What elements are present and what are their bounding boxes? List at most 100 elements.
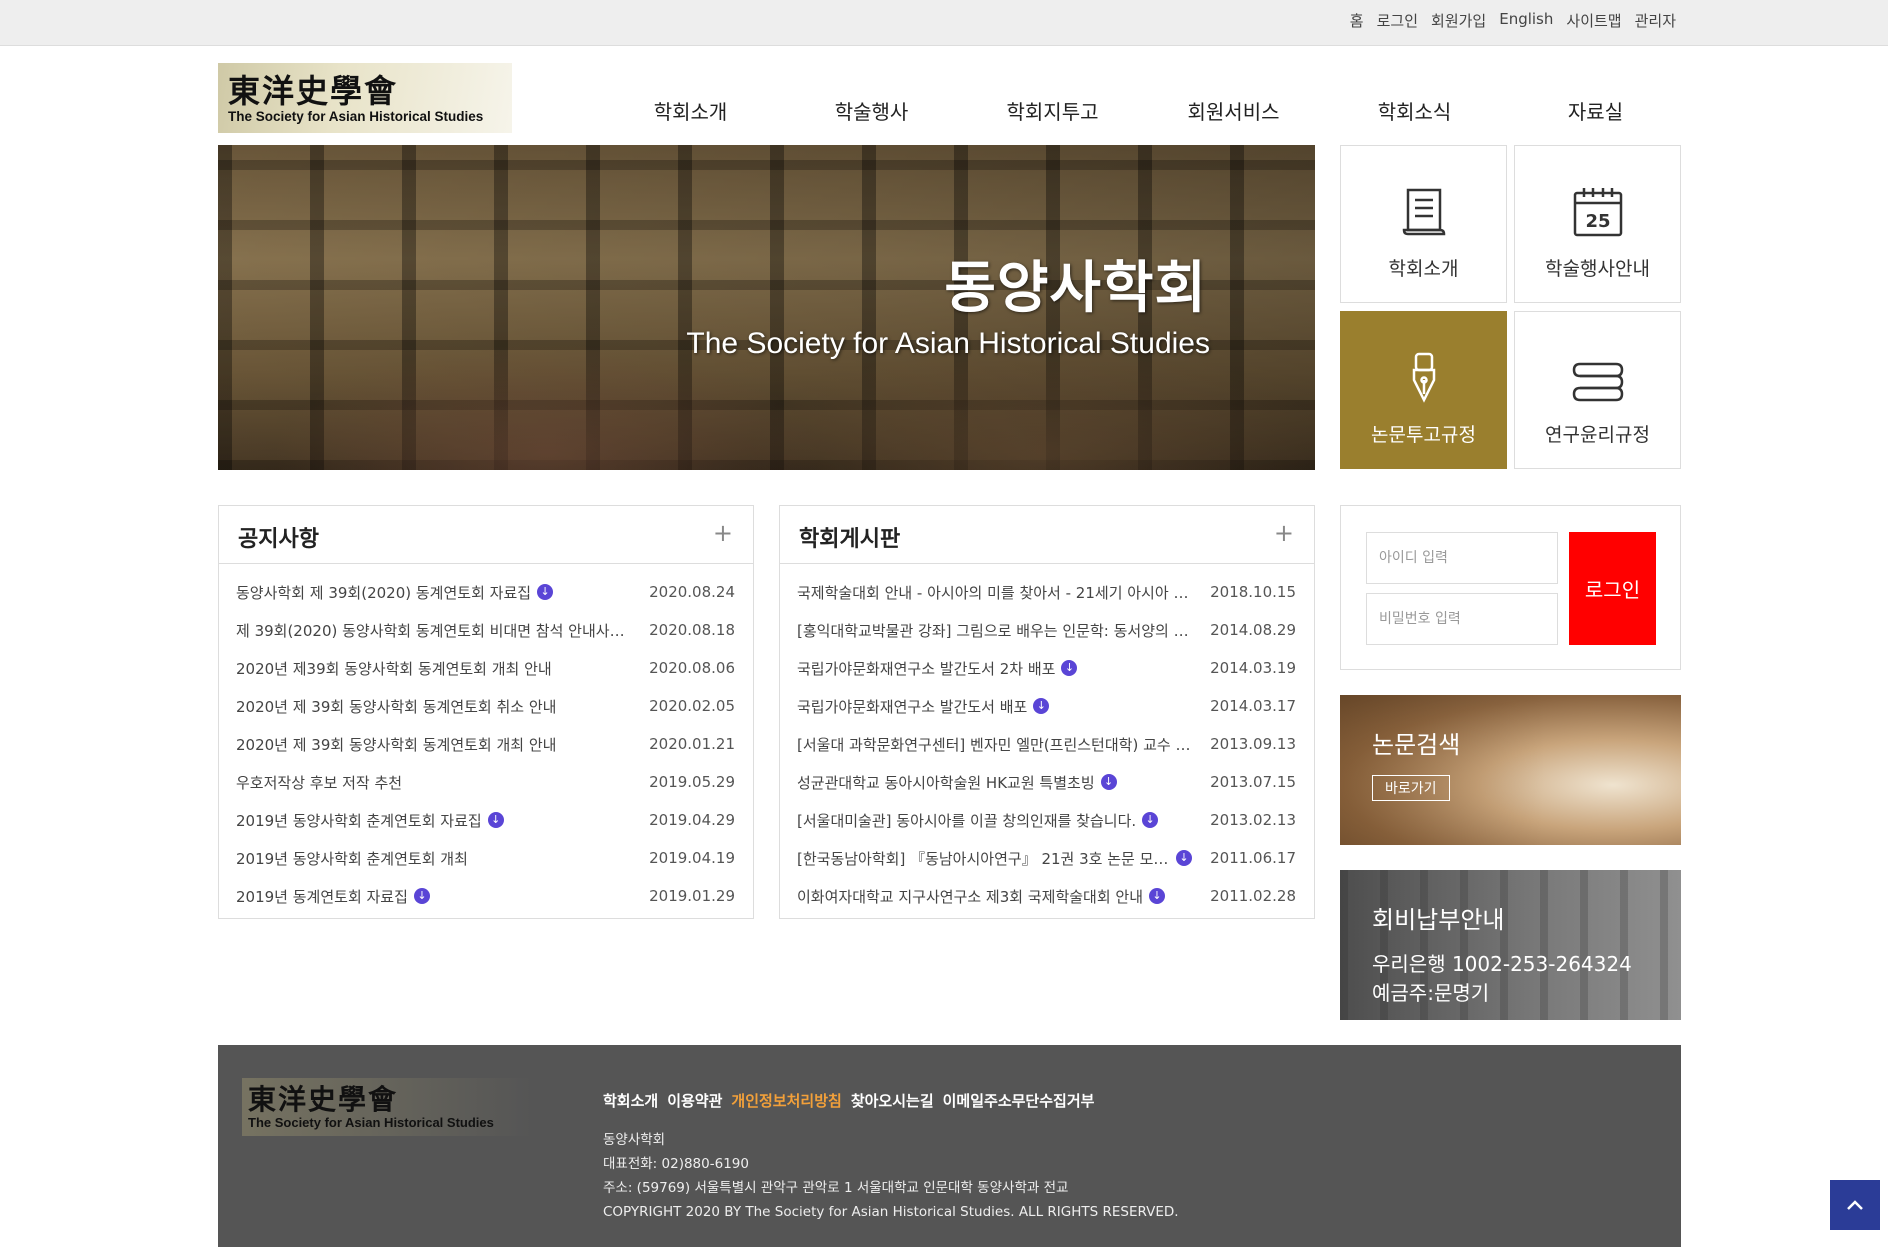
paper-search-banner[interactable]: 논문검색 바로가기 [1340,695,1681,845]
nav-archive[interactable]: 자료실 [1505,96,1686,125]
item-date: 2020.01.21 [649,735,735,753]
hero-banner: 동양사학회 The Society for Asian Historical S… [218,145,1315,470]
go-button[interactable]: 바로가기 [1372,775,1450,801]
item-title: 2019년 동양사학회 춘계연토회 개최 [236,849,468,868]
item-title: 2020년 제 39회 동양사학회 동계연토회 취소 안내 [236,697,557,716]
item-date: 2020.02.05 [649,697,735,715]
footer-link-email-policy[interactable]: 이메일주소무단수집거부 [943,1090,1095,1111]
hero-title: 동양사학회 [944,256,1207,321]
banner-title: 논문검색 [1372,731,1461,759]
list-item[interactable]: 우호저작상 후보 저작 추천 2019.05.29 [219,763,753,801]
calendar-day: 25 [1585,211,1610,232]
nav-news[interactable]: 학회소식 [1324,96,1505,125]
item-title: [서울대미술관] 동아시아를 이끌 창의인재를 찾습니다. [797,811,1137,830]
download-icon: ↓ [1100,774,1117,790]
item-date: 2019.04.29 [649,811,735,829]
list-item[interactable]: 동양사학회 제 39회(2020) 동계연토회 자료집 ↓ 2020.08.24 [219,573,753,611]
footer-link-about[interactable]: 학회소개 [603,1090,658,1111]
nav-events[interactable]: 학술행사 [781,96,962,125]
footer-logo: 東洋史學會 The Society for Asian Historical S… [242,1078,532,1136]
pen-icon [1412,352,1435,403]
signup-link[interactable]: 회원가입 [1431,10,1486,31]
item-date: 2020.08.06 [649,659,735,677]
hero-subtitle: The Society for Asian Historical Studies [686,327,1210,360]
item-date: 2018.10.15 [1210,583,1296,601]
notice-board: 공지사항 + 동양사학회 제 39회(2020) 동계연토회 자료집 ↓ 2020.… [218,505,754,919]
tile-about[interactable]: 학회소개 [1340,145,1507,303]
site-logo[interactable]: 東洋史學會 The Society for Asian Historical S… [218,63,512,133]
download-icon: ↓ [1061,660,1078,676]
item-date: 2011.06.17 [1210,849,1296,867]
home-link[interactable]: 홈 [1350,10,1364,31]
item-date: 2020.08.24 [649,583,735,601]
more-button[interactable]: + [713,519,733,547]
more-button[interactable]: + [1274,519,1294,547]
list-item[interactable]: 제 39회(2020) 동양사학회 동계연토회 비대면 참석 안내사항 … 202… [219,611,753,649]
logo-hanja: 東洋史學會 [228,71,399,110]
item-date: 2013.07.15 [1210,773,1296,791]
list-item[interactable]: 2020년 제 39회 동양사학회 동계연토회 취소 안내 2020.02.05 [219,687,753,725]
item-title: 2019년 동양사학회 춘계연토회 자료집 [236,811,482,830]
back-to-top-button[interactable] [1830,1180,1880,1230]
bank-account: 우리은행 1002-253-264324 [1372,952,1632,976]
footer-copyright: COPYRIGHT 2020 BY The Society for Asian … [603,1204,1179,1220]
footer-links: 학회소개 이용약관 개인정보처리방침 찾아오시는길 이메일주소무단수집거부 [603,1090,1094,1111]
password-input[interactable] [1366,593,1558,645]
society-board: 학회게시판 + 국제학술대회 안내 - 아시아의 미를 찾아서 - 21세기 아… [779,505,1315,919]
admin-link[interactable]: 관리자 [1635,10,1676,31]
tile-submission-rules[interactable]: 논문투고규정 [1340,311,1507,469]
banner-title: 회비납부안내 [1372,906,1505,934]
footer-link-terms[interactable]: 이용약관 [667,1090,722,1111]
account-holder: 예금주:문명기 [1372,981,1490,1005]
download-icon: ↓ [1149,888,1166,904]
list-item[interactable]: 국제학술대회 안내 - 아시아의 미를 찾아서 - 21세기 아시아 미… 201… [780,573,1314,611]
sitemap-link[interactable]: 사이트맵 [1566,10,1621,31]
nav-journal[interactable]: 학회지투고 [962,96,1143,125]
utility-links: 홈 로그인 회원가입 English 사이트맵 관리자 [1350,10,1676,31]
logo-english: The Society for Asian Historical Studies [248,1114,494,1130]
item-date: 2013.02.13 [1210,811,1296,829]
download-icon: ↓ [487,812,504,828]
login-button[interactable]: 로그인 [1569,532,1656,645]
nav-member[interactable]: 회원서비스 [1143,96,1324,125]
item-date: 2014.03.17 [1210,697,1296,715]
download-icon: ↓ [1033,698,1050,714]
item-title: 이화여자대학교 지구사연구소 제3회 국제학술대회 안내 [797,887,1144,906]
list-item[interactable]: 2019년 동계연토회 자료집 ↓ 2019.01.29 [219,877,753,915]
list-item[interactable]: 2019년 동양사학회 춘계연토회 자료집 ↓ 2019.04.29 [219,801,753,839]
item-date: 2020.08.18 [649,621,735,639]
footer-link-directions[interactable]: 찾아오시는길 [851,1090,934,1111]
document-icon [1402,188,1445,236]
list-item[interactable]: 국립가야문화재연구소 발간도서 2차 배포 ↓ 2014.03.19 [780,649,1314,687]
item-date: 2019.04.19 [649,849,735,867]
download-icon: ↓ [413,888,430,904]
list-item[interactable]: 2019년 동양사학회 춘계연토회 개최 2019.04.19 [219,839,753,877]
list-item[interactable]: [서울대 과학문화연구센터] 벤자민 엘만(프린스턴대학) 교수 … 2013.0… [780,725,1314,763]
list-item[interactable]: 2020년 제39회 동양사학회 동계연토회 개최 안내 2020.08.06 [219,649,753,687]
list-item[interactable]: 성균관대학교 동아시아학술원 HK교원 특별초빙 ↓ 2013.07.15 [780,763,1314,801]
list-item[interactable]: [서울대미술관] 동아시아를 이끌 창의인재를 찾습니다. ↓ 2013.02.13 [780,801,1314,839]
membership-fee-banner[interactable]: 회비납부안내 우리은행 1002-253-264324 예금주:문명기 [1340,870,1681,1020]
list-item[interactable]: 2020년 제 39회 동양사학회 동계연토회 개최 안내 2020.01.21 [219,725,753,763]
board-title: 공지사항 [238,527,319,552]
list-item[interactable]: 국립가야문화재연구소 발간도서 배포 ↓ 2014.03.17 [780,687,1314,725]
list-item[interactable]: [한국동남아학회] 『동남아시아연구』 21권 3호 논문 모집 안내 ↓ 2011… [780,839,1314,877]
list-item[interactable]: 이화여자대학교 지구사연구소 제3회 국제학술대회 안내 ↓ 2011.02.28 [780,877,1314,915]
item-title: 2019년 동계연토회 자료집 [236,887,408,906]
item-date: 2013.09.13 [1210,735,1296,753]
item-title: 국제학술대회 안내 - 아시아의 미를 찾아서 - 21세기 아시아 미… [797,583,1192,602]
item-title: 2020년 제 39회 동양사학회 동계연토회 개최 안내 [236,735,557,754]
item-title: 제 39회(2020) 동양사학회 동계연토회 비대면 참석 안내사항 … [236,621,631,640]
item-title: 국립가야문화재연구소 발간도서 2차 배포 [797,659,1056,678]
nav-about[interactable]: 학회소개 [600,96,781,125]
english-link[interactable]: English [1499,10,1553,31]
list-item[interactable]: [홍익대학교박물관 강좌] 그림으로 배우는 인문학: 동서양의 미… 2014.… [780,611,1314,649]
footer-link-privacy[interactable]: 개인정보처리방침 [731,1090,841,1111]
item-title: 동양사학회 제 39회(2020) 동계연토회 자료집 [236,583,532,602]
tile-events[interactable]: 25 학술행사안내 [1514,145,1681,303]
tile-ethics-rules[interactable]: 연구윤리규정 [1514,311,1681,469]
login-link[interactable]: 로그인 [1377,10,1418,31]
user-id-input[interactable] [1366,532,1558,584]
board-list: 국제학술대회 안내 - 아시아의 미를 찾아서 - 21세기 아시아 미… 201… [780,564,1314,915]
footer: 東洋史學會 The Society for Asian Historical S… [218,1045,1681,1247]
